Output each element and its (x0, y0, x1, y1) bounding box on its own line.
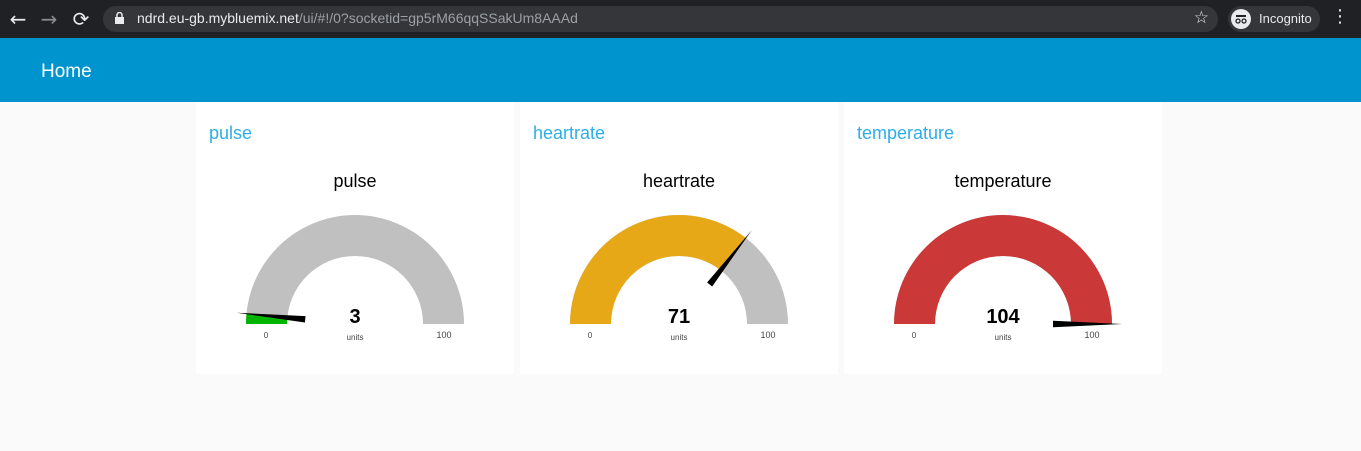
star-icon[interactable]: ☆ (1194, 8, 1209, 28)
browser-chrome: ← → ⟳ ndrd.eu-gb.mybluemix.net/ui/#!/0?s… (0, 0, 1361, 38)
gauge-temperature: 104 units 0 100 (894, 215, 1122, 342)
lock-icon (115, 12, 124, 24)
gauge-units: units (671, 333, 688, 342)
gauge-heartrate: 71 units 0 100 (570, 215, 788, 342)
incognito-icon (1231, 9, 1251, 29)
gauge-max-label: 100 (1084, 330, 1099, 340)
card-heartrate: heartrate heartrate 71 units 0 100 (520, 102, 838, 374)
url-host: ndrd.eu-gb.mybluemix.net (137, 10, 299, 26)
gauge-min-label: 0 (588, 331, 593, 340)
incognito-indicator[interactable]: Incognito (1228, 6, 1320, 32)
gauge-value: 3 (349, 306, 360, 328)
gauge-value: 71 (668, 306, 690, 328)
gauge-max-label: 100 (760, 330, 775, 340)
card-temperature: temperature temperature 104 units 0 100 (844, 102, 1162, 374)
page-title: Home (41, 61, 92, 82)
url-text[interactable]: ndrd.eu-gb.mybluemix.net/ui/#!/0?socketi… (137, 10, 578, 26)
back-arrow-icon[interactable]: ← (6, 7, 30, 31)
gauge-units: units (347, 333, 364, 342)
address-bar[interactable]: ndrd.eu-gb.mybluemix.net/ui/#!/0?socketi… (103, 6, 1218, 32)
gauge-min-label: 0 (264, 331, 269, 340)
gauge-min-label: 0 (912, 331, 917, 340)
gauge-value: 104 (986, 306, 1020, 328)
gauge-max-label: 100 (436, 330, 451, 340)
dashboard-toolbar: Home (0, 38, 1361, 102)
kebab-menu-icon[interactable]: ⋮ (1331, 8, 1349, 26)
card-pulse: pulse pulse 3 units 0 100 (196, 102, 514, 374)
reload-icon[interactable]: ⟳ (69, 7, 93, 31)
forward-arrow-icon[interactable]: → (37, 7, 61, 31)
incognito-label: Incognito (1259, 11, 1312, 26)
url-path: /ui/#!/0?socketid=gp5rM66qqSSakUm8AAAd (298, 10, 578, 26)
gauge-pulse: 3 units 0 100 (236, 215, 464, 342)
gauge-units: units (995, 333, 1012, 342)
